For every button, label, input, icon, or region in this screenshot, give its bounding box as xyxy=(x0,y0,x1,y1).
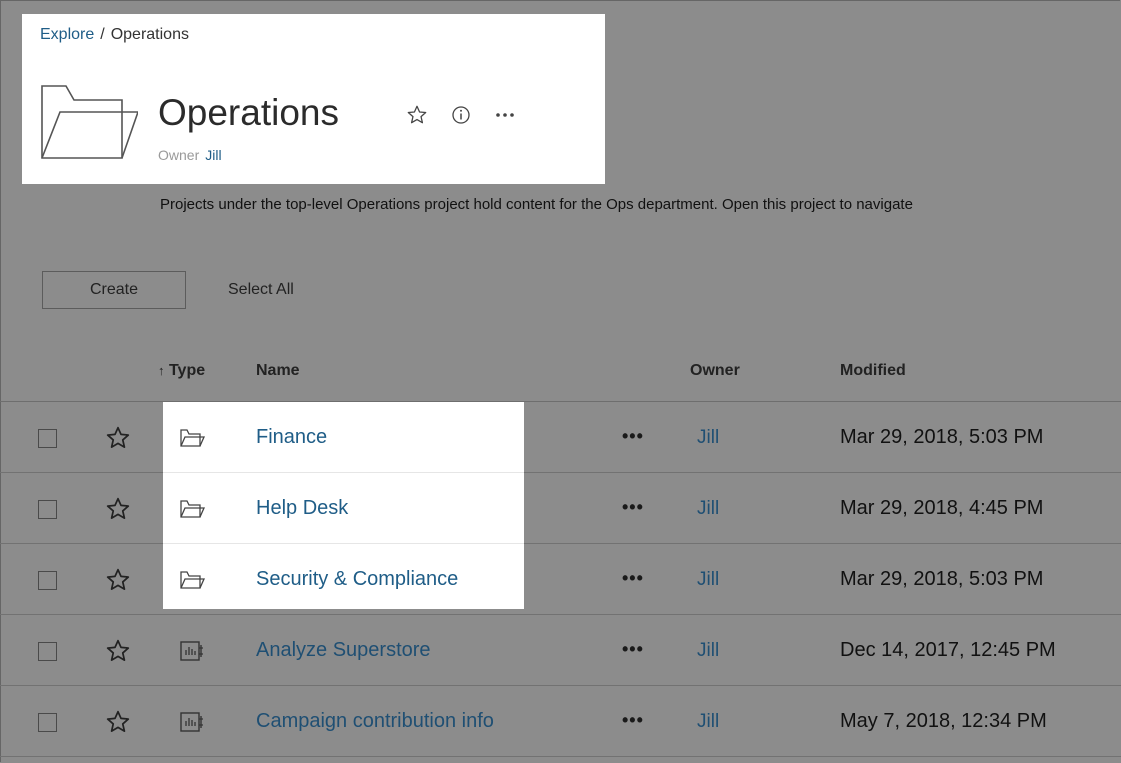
item-name-link[interactable]: Finance xyxy=(256,426,327,449)
table-row[interactable]: Campaign contribution info ••• Jill May 7, … xyxy=(0,686,1121,757)
column-label-type: Type xyxy=(168,362,206,379)
item-modified-date: Mar 29, 2018, 4:45 PM xyxy=(840,497,1044,519)
more-actions-icon[interactable]: ••• xyxy=(622,497,644,518)
project-header: Explore / Operations Operations Owner Jill xyxy=(22,14,605,184)
select-all-button[interactable]: Select All xyxy=(228,281,294,299)
star-icon[interactable] xyxy=(105,567,131,593)
row-checkbox[interactable] xyxy=(38,642,57,661)
item-owner-link[interactable]: Jill xyxy=(697,498,719,520)
row-checkbox[interactable] xyxy=(38,571,57,590)
folder-icon xyxy=(179,497,206,521)
breadcrumb-current: Operations xyxy=(110,26,189,43)
column-header-owner[interactable]: Owner xyxy=(690,362,740,380)
item-modified-date: Dec 14, 2017, 12:45 PM xyxy=(840,639,1056,661)
more-actions-icon[interactable]: ••• xyxy=(622,426,644,447)
item-name-link[interactable]: Analyze Superstore xyxy=(256,639,431,662)
breadcrumb: Explore / Operations xyxy=(40,26,189,44)
row-checkbox[interactable] xyxy=(38,500,57,519)
star-icon[interactable] xyxy=(105,496,131,522)
item-modified-date: Mar 29, 2018, 5:03 PM xyxy=(840,568,1044,590)
column-header-name[interactable]: Name xyxy=(256,362,300,380)
table-row[interactable]: Analyze Superstore ••• Jill Dec 14, 2017, 1… xyxy=(0,615,1121,686)
star-icon[interactable] xyxy=(105,638,131,664)
item-modified-date: May 7, 2018, 12:34 PM xyxy=(840,710,1047,732)
star-icon[interactable] xyxy=(406,104,428,126)
create-button[interactable]: Create xyxy=(42,271,186,309)
workbook-icon xyxy=(179,710,205,734)
item-owner-link[interactable]: Jill xyxy=(697,569,719,591)
table-row[interactable]: Finance ••• Jill Mar 29, 2018, 5:03 PM xyxy=(0,402,1121,473)
table-row[interactable]: Help Desk ••• Jill Mar 29, 2018, 4:45 PM xyxy=(0,473,1121,544)
row-divider xyxy=(0,756,1121,757)
row-checkbox[interactable] xyxy=(38,429,57,448)
page-title: Operations xyxy=(158,92,339,133)
column-header-modified[interactable]: Modified xyxy=(840,362,906,380)
item-modified-date: Mar 29, 2018, 5:03 PM xyxy=(840,426,1044,448)
star-icon[interactable] xyxy=(105,709,131,735)
star-icon[interactable] xyxy=(105,425,131,451)
item-name-link[interactable]: Campaign contribution info xyxy=(256,710,494,733)
project-owner: Owner Jill xyxy=(158,147,222,163)
info-icon[interactable] xyxy=(450,104,472,126)
owner-label: Owner xyxy=(158,147,200,163)
folder-icon xyxy=(179,426,206,450)
more-actions-icon[interactable]: ••• xyxy=(622,639,644,660)
table-row[interactable]: Security & Compliance ••• Jill Mar 29, 2018… xyxy=(0,544,1121,615)
more-actions-icon[interactable]: ••• xyxy=(622,568,644,589)
sort-ascending-icon: ↑ xyxy=(158,363,165,378)
breadcrumb-explore-link[interactable]: Explore xyxy=(40,26,94,43)
folder-icon xyxy=(41,85,138,159)
item-owner-link[interactable]: Jill xyxy=(697,711,719,733)
project-description: Projects under the top-level Operations … xyxy=(160,196,913,213)
header-actions xyxy=(406,104,516,126)
more-icon[interactable] xyxy=(494,104,516,126)
owner-link[interactable]: Jill xyxy=(205,147,221,163)
item-name-link[interactable]: Help Desk xyxy=(256,497,348,520)
breadcrumb-separator: / xyxy=(100,26,105,43)
folder-icon xyxy=(179,568,206,592)
more-actions-icon[interactable]: ••• xyxy=(622,710,644,731)
column-header-type[interactable]: ↑ Type xyxy=(158,362,205,380)
item-owner-link[interactable]: Jill xyxy=(697,640,719,662)
item-name-link[interactable]: Security & Compliance xyxy=(256,568,458,591)
item-owner-link[interactable]: Jill xyxy=(697,427,719,449)
row-checkbox[interactable] xyxy=(38,713,57,732)
workbook-icon xyxy=(179,639,205,663)
